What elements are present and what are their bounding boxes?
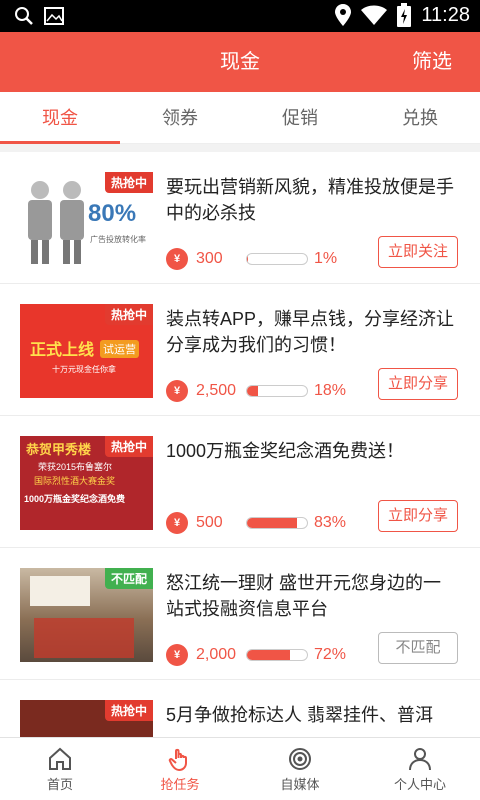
hand-tap-icon bbox=[168, 748, 187, 771]
page-title: 现金 bbox=[220, 51, 260, 73]
progress-text: 18% bbox=[314, 382, 347, 399]
status-bar: 11:28 bbox=[0, 0, 480, 32]
thumb-line1: 正式上线 bbox=[30, 342, 95, 359]
status-badge: 热抢中 bbox=[104, 700, 153, 721]
app-header: 现金 筛选 bbox=[0, 32, 480, 92]
battery-icon bbox=[397, 3, 412, 27]
reward-amount: 500 bbox=[196, 514, 223, 531]
nav-label: 抢任务 bbox=[160, 776, 200, 792]
task-title[interactable]: 装点转APP，赚早点钱，分享经济让分享成为我们的习惯！ bbox=[166, 306, 458, 358]
money-bag-icon: ¥ bbox=[166, 644, 188, 666]
status-badge: 不匹配 bbox=[104, 568, 153, 589]
bottom-nav: 首页 抢任务 自媒体 个人中心 bbox=[0, 737, 480, 800]
nav-home[interactable]: 首页 bbox=[0, 738, 120, 800]
task-card[interactable]: 不匹配 怒江统一理财 盛世开元您身边的一站式投融资信息平台 ¥ 2,000 72… bbox=[0, 548, 480, 680]
task-card[interactable]: 热抢中 5月争做抢标达人 翡翠挂件、普洱 bbox=[0, 680, 480, 737]
progress-text: 1% bbox=[314, 250, 338, 267]
thumb-caption: 广告投放转化率 bbox=[90, 235, 146, 244]
progress-text: 72% bbox=[314, 646, 347, 663]
status-badge: 热抢中 bbox=[104, 304, 153, 325]
clock-text: 11:28 bbox=[421, 3, 470, 26]
progress-bar bbox=[246, 385, 308, 397]
progress-bar bbox=[246, 253, 308, 265]
thumb-line4: 1000万瓶金奖纪念酒免费 bbox=[24, 494, 126, 504]
task-thumbnail: 热抢中 bbox=[20, 700, 153, 737]
task-list: 80% 广告投放转化率 热抢中 要玩出营销新风貌，精准投放便是手中的必杀技 ¥ … bbox=[0, 152, 480, 737]
task-meta: ¥ 2,000 72% bbox=[166, 642, 346, 668]
reward-amount: 2,500 bbox=[196, 382, 237, 399]
task-thumbnail: 恭贺甲秀楼 荣获2015布鲁塞尔 国际烈性酒大赛金奖 1000万瓶金奖纪念酒免费… bbox=[20, 436, 153, 530]
thumb-line3: 十万元现金任你拿 bbox=[52, 365, 116, 374]
thumb-line2: 试运营 bbox=[100, 340, 139, 358]
thumb-line1: 恭贺甲秀楼 bbox=[26, 442, 92, 457]
thumb-line2: 荣获2015布鲁塞尔 bbox=[38, 462, 113, 472]
follow-button[interactable]: 立即关注 bbox=[378, 236, 458, 268]
reward-amount: 300 bbox=[196, 250, 223, 267]
broadcast-icon bbox=[289, 747, 311, 770]
person-icon bbox=[409, 747, 431, 770]
search-icon bbox=[15, 7, 33, 25]
nav-label: 首页 bbox=[46, 776, 73, 792]
reward-amount: 2,000 bbox=[196, 646, 237, 663]
progress-text: 83% bbox=[314, 514, 347, 531]
task-thumbnail: 正式上线 试运营 十万元现金任你拿 热抢中 bbox=[20, 304, 153, 398]
task-title[interactable]: 怒江统一理财 盛世开元您身边的一站式投融资信息平台 bbox=[166, 570, 458, 622]
nav-profile[interactable]: 个人中心 bbox=[360, 738, 480, 800]
task-title[interactable]: 要玩出营销新风貌，精准投放便是手中的必杀技 bbox=[166, 174, 458, 226]
task-thumbnail: 80% 广告投放转化率 热抢中 bbox=[20, 172, 153, 266]
category-tabs: 现金 领券 促销 兑换 bbox=[0, 92, 480, 144]
tab-coupons[interactable]: 领券 bbox=[120, 92, 240, 143]
money-bag-icon: ¥ bbox=[166, 380, 188, 402]
filter-button[interactable]: 筛选 bbox=[412, 32, 452, 92]
image-icon bbox=[44, 7, 64, 25]
storefront-decoration bbox=[34, 618, 134, 658]
tab-promotions[interactable]: 促销 bbox=[240, 92, 360, 143]
task-thumbnail: 不匹配 bbox=[20, 568, 153, 662]
task-meta: ¥ 500 83% bbox=[166, 510, 346, 536]
task-title[interactable]: 5月争做抢标达人 翡翠挂件、普洱 bbox=[166, 702, 458, 728]
home-icon bbox=[49, 747, 71, 770]
nav-label: 个人中心 bbox=[393, 776, 446, 792]
tab-exchange[interactable]: 兑换 bbox=[360, 92, 480, 143]
nav-self-media[interactable]: 自媒体 bbox=[240, 738, 360, 800]
task-meta: ¥ 2,500 18% bbox=[166, 378, 346, 404]
progress-bar bbox=[246, 517, 308, 529]
task-title[interactable]: 1000万瓶金奖纪念酒免费送！ bbox=[166, 438, 458, 464]
tab-cash[interactable]: 现金 bbox=[0, 92, 120, 144]
share-button[interactable]: 立即分享 bbox=[378, 500, 458, 532]
location-icon bbox=[335, 4, 352, 26]
task-card[interactable]: 恭贺甲秀楼 荣获2015布鲁塞尔 国际烈性酒大赛金奖 1000万瓶金奖纪念酒免费… bbox=[0, 416, 480, 548]
status-badge: 热抢中 bbox=[104, 172, 153, 193]
task-meta: ¥ 300 1% bbox=[166, 246, 337, 272]
thumb-line3: 国际烈性酒大赛金奖 bbox=[34, 476, 116, 486]
task-card[interactable]: 正式上线 试运营 十万元现金任你拿 热抢中 装点转APP，赚早点钱，分享经济让分… bbox=[0, 284, 480, 416]
nav-label: 自媒体 bbox=[280, 776, 320, 792]
money-bag-icon: ¥ bbox=[166, 512, 188, 534]
task-card[interactable]: 80% 广告投放转化率 热抢中 要玩出营销新风貌，精准投放便是手中的必杀技 ¥ … bbox=[0, 152, 480, 284]
wifi-icon bbox=[361, 5, 388, 25]
mismatch-button[interactable]: 不匹配 bbox=[378, 632, 458, 664]
thumb-percent: 80% bbox=[88, 200, 137, 227]
storefront-sign bbox=[30, 576, 90, 606]
progress-bar bbox=[246, 649, 308, 661]
money-bag-icon: ¥ bbox=[166, 248, 188, 270]
nav-grab-task[interactable]: 抢任务 bbox=[120, 738, 240, 800]
share-button[interactable]: 立即分享 bbox=[378, 368, 458, 400]
status-badge: 热抢中 bbox=[104, 436, 153, 457]
